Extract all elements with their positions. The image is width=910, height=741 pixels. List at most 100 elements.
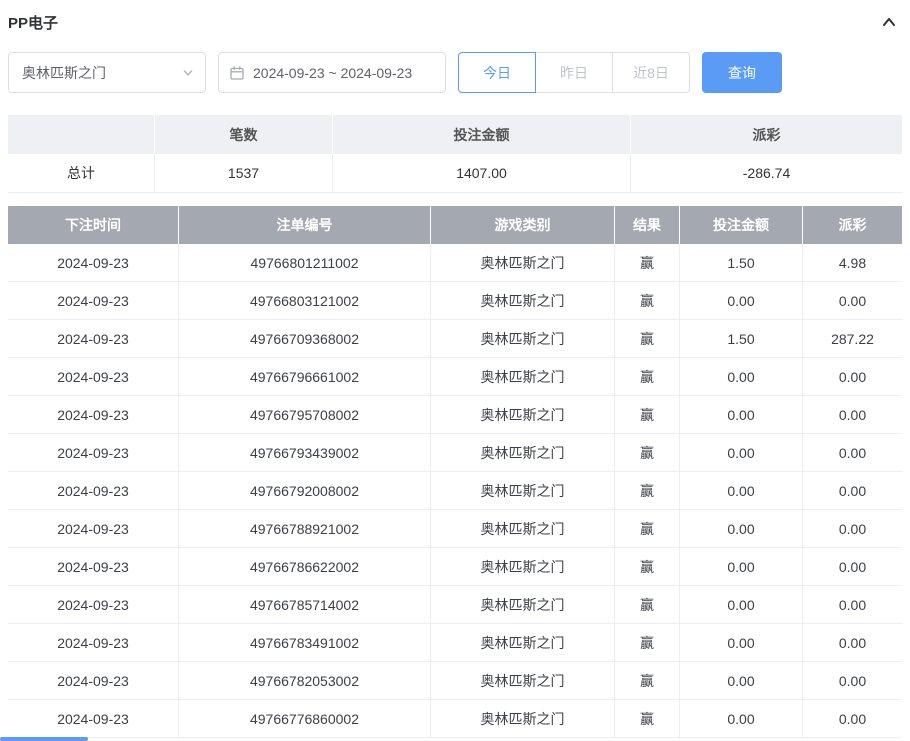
table-row: 2024-09-2349766803121002奥林匹斯之门赢0.000.00 [8,282,902,320]
cell-payout: 4.98 [803,244,902,281]
table-row: 2024-09-2349766783491002奥林匹斯之门赢0.000.00 [8,624,902,662]
header-bet-amount: 投注金额 [680,206,803,244]
cell-bet-time: 2024-09-23 [8,472,179,509]
table-row: 2024-09-2349766793439002奥林匹斯之门赢0.000.00 [8,434,902,472]
cell-result: 赢 [615,244,680,281]
cell-payout: 0.00 [803,434,902,471]
table-row: 2024-09-2349766788921002奥林匹斯之门赢0.000.00 [8,510,902,548]
calendar-icon [229,65,245,81]
cell-bet-amount: 0.00 [680,358,803,395]
cell-game-type: 奥林匹斯之门 [431,434,615,471]
cell-bet-amount: 0.00 [680,586,803,623]
cell-bet-time: 2024-09-23 [8,548,179,585]
cell-game-type: 奥林匹斯之门 [431,548,615,585]
cell-game-type: 奥林匹斯之门 [431,472,615,509]
cell-bet-amount: 0.00 [680,624,803,661]
summary-header-payout: 派彩 [631,115,902,154]
cell-result: 赢 [615,434,680,471]
cell-payout: 0.00 [803,472,902,509]
cell-result: 赢 [615,510,680,547]
date-range-value: 2024-09-23 ~ 2024-09-23 [253,65,412,81]
header-result: 结果 [615,206,680,244]
cell-bet-time: 2024-09-23 [8,244,179,281]
panel-title: PP电子 [8,12,58,33]
cell-bet-amount: 1.50 [680,244,803,281]
cell-game-type: 奥林匹斯之门 [431,244,615,281]
quick-button-today[interactable]: 今日 [458,52,536,93]
header-payout: 派彩 [803,206,902,244]
quick-date-buttons: 今日 昨日 近8日 [458,52,690,93]
cell-game-type: 奥林匹斯之门 [431,320,615,357]
summary-header-bet-amount: 投注金额 [333,115,631,154]
quick-button-yesterday[interactable]: 昨日 [535,52,613,93]
date-range-picker[interactable]: 2024-09-23 ~ 2024-09-23 [218,52,446,93]
cell-game-type: 奥林匹斯之门 [431,396,615,433]
cell-game-type: 奥林匹斯之门 [431,510,615,547]
cell-bet-id: 49766782053002 [179,662,431,699]
cell-result: 赢 [615,548,680,585]
cell-payout: 0.00 [803,700,902,737]
summary-total-row: 总计 1537 1407.00 -286.74 [8,154,902,193]
cell-bet-time: 2024-09-23 [8,586,179,623]
cell-game-type: 奥林匹斯之门 [431,662,615,699]
cell-payout: 0.00 [803,358,902,395]
cell-payout: 0.00 [803,396,902,433]
cell-bet-id: 49766801211002 [179,244,431,281]
cell-bet-amount: 0.00 [680,434,803,471]
cell-bet-id: 49766776860002 [179,700,431,737]
cell-bet-id: 49766796661002 [179,358,431,395]
collapse-button[interactable] [876,11,902,33]
cell-bet-id: 49766788921002 [179,510,431,547]
cell-result: 赢 [615,624,680,661]
records-table-body: 2024-09-2349766801211002奥林匹斯之门赢1.504.982… [8,244,902,738]
panel-header: PP电子 [8,0,902,44]
summary-header-row: 笔数 投注金额 派彩 [8,115,902,154]
cell-bet-time: 2024-09-23 [8,358,179,395]
cell-payout: 0.00 [803,624,902,661]
cell-bet-amount: 0.00 [680,662,803,699]
summary-table: 笔数 投注金额 派彩 总计 1537 1407.00 -286.74 [8,115,902,193]
cell-bet-time: 2024-09-23 [8,320,179,357]
cell-result: 赢 [615,662,680,699]
game-select-value: 奥林匹斯之门 [22,63,106,83]
cell-bet-id: 49766786622002 [179,548,431,585]
header-game-type: 游戏类别 [431,206,615,244]
records-table-header: 下注时间 注单编号 游戏类别 结果 投注金额 派彩 [8,206,902,244]
query-button[interactable]: 查询 [702,52,782,93]
cell-payout: 0.00 [803,662,902,699]
cell-payout: 0.00 [803,510,902,547]
cell-bet-amount: 0.00 [680,282,803,319]
cell-game-type: 奥林匹斯之门 [431,586,615,623]
cell-payout: 0.00 [803,548,902,585]
table-row: 2024-09-2349766782053002奥林匹斯之门赢0.000.00 [8,662,902,700]
cell-bet-time: 2024-09-23 [8,700,179,737]
table-row: 2024-09-2349766792008002奥林匹斯之门赢0.000.00 [8,472,902,510]
table-row: 2024-09-2349766796661002奥林匹斯之门赢0.000.00 [8,358,902,396]
cell-result: 赢 [615,396,680,433]
cell-bet-amount: 0.00 [680,510,803,547]
cell-bet-id: 49766793439002 [179,434,431,471]
cell-bet-id: 49766795708002 [179,396,431,433]
cell-bet-time: 2024-09-23 [8,434,179,471]
summary-header-blank [8,115,155,154]
cell-bet-time: 2024-09-23 [8,624,179,661]
cell-bet-id: 49766709368002 [179,320,431,357]
summary-header-count: 笔数 [155,115,333,154]
table-row: 2024-09-2349766785714002奥林匹斯之门赢0.000.00 [8,586,902,624]
cell-payout: 0.00 [803,282,902,319]
cell-result: 赢 [615,358,680,395]
summary-total-label: 总计 [8,154,155,192]
cell-result: 赢 [615,700,680,737]
records-table: 下注时间 注单编号 游戏类别 结果 投注金额 派彩 2024-09-234976… [8,206,902,738]
cell-game-type: 奥林匹斯之门 [431,700,615,737]
cell-bet-time: 2024-09-23 [8,396,179,433]
table-row: 2024-09-2349766801211002奥林匹斯之门赢1.504.98 [8,244,902,282]
cell-bet-amount: 0.00 [680,700,803,737]
table-row: 2024-09-2349766776860002奥林匹斯之门赢0.000.00 [8,700,902,738]
cell-bet-amount: 0.00 [680,472,803,509]
cell-game-type: 奥林匹斯之门 [431,358,615,395]
quick-button-last8days[interactable]: 近8日 [612,52,690,93]
table-row: 2024-09-2349766709368002奥林匹斯之门赢1.50287.2… [8,320,902,358]
horizontal-scrollbar-thumb[interactable] [0,737,88,741]
game-select[interactable]: 奥林匹斯之门 [8,52,206,93]
